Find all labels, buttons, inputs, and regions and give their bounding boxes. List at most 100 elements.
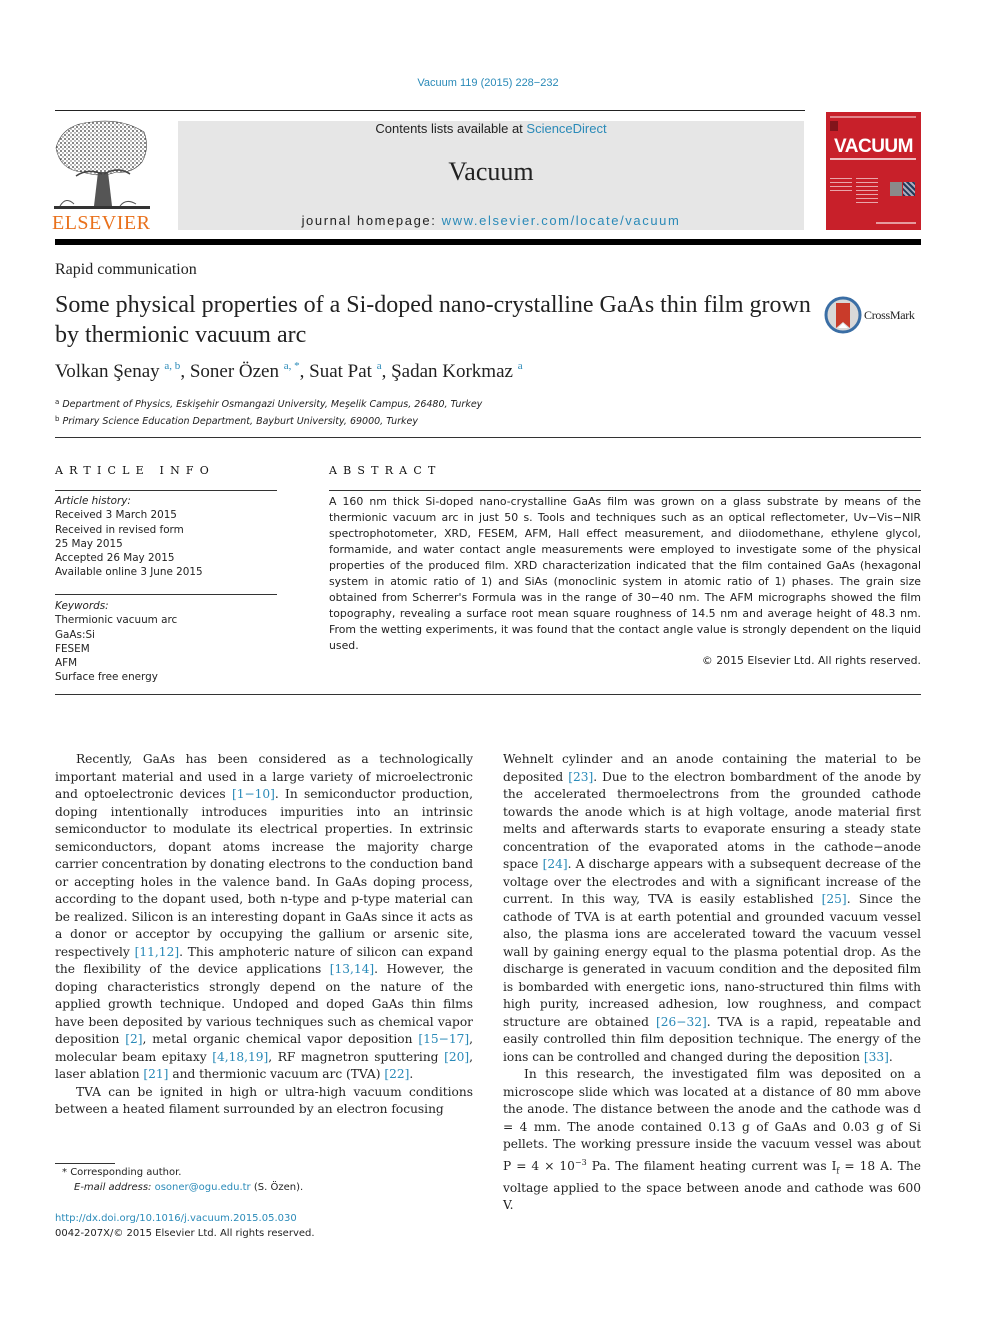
doi-block: http://dx.doi.org/10.1016/j.vacuum.2015.… xyxy=(55,1211,315,1241)
author[interactable]: Şadan Korkmaz a xyxy=(391,360,523,383)
keyword: GaAs:Si xyxy=(55,628,95,641)
article-history: Article history: Received 3 March 2015 R… xyxy=(55,494,277,580)
journal-name: Vacuum xyxy=(448,157,534,186)
elsevier-logo[interactable]: ELSEVIER xyxy=(52,118,156,234)
article-title: Some physical properties of a Si-doped n… xyxy=(55,292,811,348)
body-text: . In semiconductor production, doping in… xyxy=(55,787,473,959)
journal-header-box: Contents lists available at ScienceDirec… xyxy=(178,121,804,230)
citation-reference-link[interactable]: [26−32] xyxy=(656,1015,707,1029)
citation-reference-link[interactable]: [33] xyxy=(864,1050,889,1064)
affiliation: a Department of Physics, Eskişehir Osman… xyxy=(55,395,482,412)
citation-reference-link[interactable]: [11,12] xyxy=(135,945,179,959)
citation-reference-link[interactable]: [15−17] xyxy=(418,1032,469,1046)
history-item: Accepted 26 May 2015 xyxy=(55,552,175,565)
section-rule xyxy=(55,437,921,438)
email-label: E-mail address: xyxy=(74,1182,155,1193)
body-column-right: Wehnelt cylinder and an anode containing… xyxy=(503,751,921,1215)
citation-reference-link[interactable]: [25] xyxy=(822,892,847,906)
cover-subtitle xyxy=(830,158,916,160)
body-paragraph: TVA can be ignited in high or ultra-high… xyxy=(55,1084,473,1119)
crossmark-button[interactable]: CrossMark xyxy=(824,295,924,335)
author[interactable]: Volkan Şenay a, b xyxy=(55,360,180,383)
citation-reference-link[interactable]: [4,18,19] xyxy=(212,1050,268,1064)
citation-reference-link[interactable]: [20] xyxy=(444,1050,469,1064)
elsevier-wordmark: ELSEVIER xyxy=(52,212,151,234)
footnote: * Corresponding author. E-mail address: … xyxy=(62,1165,303,1195)
citation-reference-link[interactable]: [21] xyxy=(143,1067,168,1081)
keyword: AFM xyxy=(55,657,78,670)
citation-reference-link[interactable]: [2] xyxy=(125,1032,142,1046)
history-item: 25 May 2015 xyxy=(55,537,123,550)
citation-reference-link[interactable]: [13,14] xyxy=(330,962,374,976)
author-affiliation-marker[interactable]: a, b xyxy=(164,360,180,372)
sciencedirect-link[interactable]: ScienceDirect xyxy=(526,121,606,136)
elsevier-tree-icon xyxy=(54,120,150,209)
body-paragraph: Recently, GaAs has been considered as a … xyxy=(55,751,473,1084)
history-item: Available online 3 June 2015 xyxy=(55,566,203,579)
keyword: Surface free energy xyxy=(55,671,158,684)
crossmark-label: CrossMark xyxy=(864,308,915,322)
keywords-label: Keywords: xyxy=(55,600,109,612)
body-text: TVA can be ignited in high or ultra-high… xyxy=(55,1084,473,1117)
body-text: In this research, the investigated film … xyxy=(503,1067,921,1173)
author-separator: , xyxy=(381,361,392,382)
author-affiliation-marker[interactable]: a xyxy=(518,360,523,372)
issn-rights: 0042-207X/© 2015 Elsevier Ltd. All right… xyxy=(55,1228,315,1239)
contents-prefix: Contents lists available at xyxy=(375,121,527,136)
abstract-copyright: © 2015 Elsevier Ltd. All rights reserved… xyxy=(701,654,921,667)
article-type: Rapid communication xyxy=(55,261,197,278)
affiliation-text: Department of Physics, Eskişehir Osmanga… xyxy=(62,399,483,410)
homepage-prefix: journal homepage: xyxy=(301,213,442,228)
cover-title: VACUUM xyxy=(834,136,913,157)
history-item: Received in revised form xyxy=(55,523,184,536)
cover-figure xyxy=(890,182,902,196)
journal-homepage-link[interactable]: www.elsevier.com/locate/vacuum xyxy=(442,213,681,228)
corresponding-author-note: * Corresponding author. xyxy=(62,1165,303,1180)
email-link[interactable]: osoner@ogu.edu.tr xyxy=(155,1182,251,1193)
body-text: . xyxy=(409,1067,414,1081)
corresponding-label: Corresponding author. xyxy=(70,1167,182,1178)
author-name: Volkan Şenay xyxy=(55,361,160,382)
article-info-heading: ARTICLE INFO xyxy=(55,464,215,477)
affiliation-text: Primary Science Education Department, Ba… xyxy=(62,416,418,427)
homepage-line: journal homepage: www.elsevier.com/locat… xyxy=(178,213,804,228)
footnote-marker: * xyxy=(62,1167,67,1178)
body-text: , RF magnetron sputtering xyxy=(268,1049,445,1064)
citation-reference-link[interactable]: [22] xyxy=(384,1067,409,1081)
citation-reference-link[interactable]: [24] xyxy=(543,857,568,871)
cover-text-col xyxy=(830,178,852,192)
history-item: Received 3 March 2015 xyxy=(55,509,177,522)
body-paragraph: In this research, the investigated film … xyxy=(503,1066,921,1215)
crossmark-icon xyxy=(824,296,862,334)
citation-reference-link[interactable]: [1−10] xyxy=(232,787,275,801)
author-separator: , xyxy=(180,361,190,382)
email-suffix: (S. Özen). xyxy=(250,1182,304,1193)
doi-link[interactable]: http://dx.doi.org/10.1016/j.vacuum.2015.… xyxy=(55,1213,297,1224)
keyword: FESEM xyxy=(55,642,90,655)
journal-citation[interactable]: Vacuum 119 (2015) 228−232 xyxy=(0,77,976,89)
section-rule xyxy=(55,594,277,595)
cover-footer xyxy=(876,222,916,224)
body-text: and thermionic vacuum arc (TVA) xyxy=(168,1067,385,1081)
abstract-heading: ABSTRACT xyxy=(329,464,442,477)
header-rule xyxy=(55,110,805,111)
affiliation-key: a xyxy=(55,398,60,406)
body-paragraph: Wehnelt cylinder and an anode containing… xyxy=(503,751,921,1066)
author[interactable]: Soner Özen a, * xyxy=(190,360,300,383)
section-rule xyxy=(55,694,921,695)
author-affiliation-marker[interactable]: a, * xyxy=(284,360,300,372)
body-text: , metal organic chemical vapor depositio… xyxy=(142,1032,419,1046)
cover-text-col xyxy=(856,178,878,206)
keyword: Thermionic vacuum arc xyxy=(55,614,178,627)
cover-figure xyxy=(903,182,915,196)
header-thick-rule xyxy=(55,239,921,245)
contents-line: Contents lists available at ScienceDirec… xyxy=(178,121,804,136)
history-label: Article history: xyxy=(55,495,131,507)
citation-reference-link[interactable]: [23] xyxy=(568,770,593,784)
footnote-rule xyxy=(55,1163,115,1164)
journal-cover-image[interactable]: VACUUM xyxy=(826,112,921,230)
author[interactable]: Suat Pat a xyxy=(309,361,381,383)
author-separator: , xyxy=(299,361,310,382)
section-rule xyxy=(329,490,921,491)
body-text: . xyxy=(888,1049,893,1064)
